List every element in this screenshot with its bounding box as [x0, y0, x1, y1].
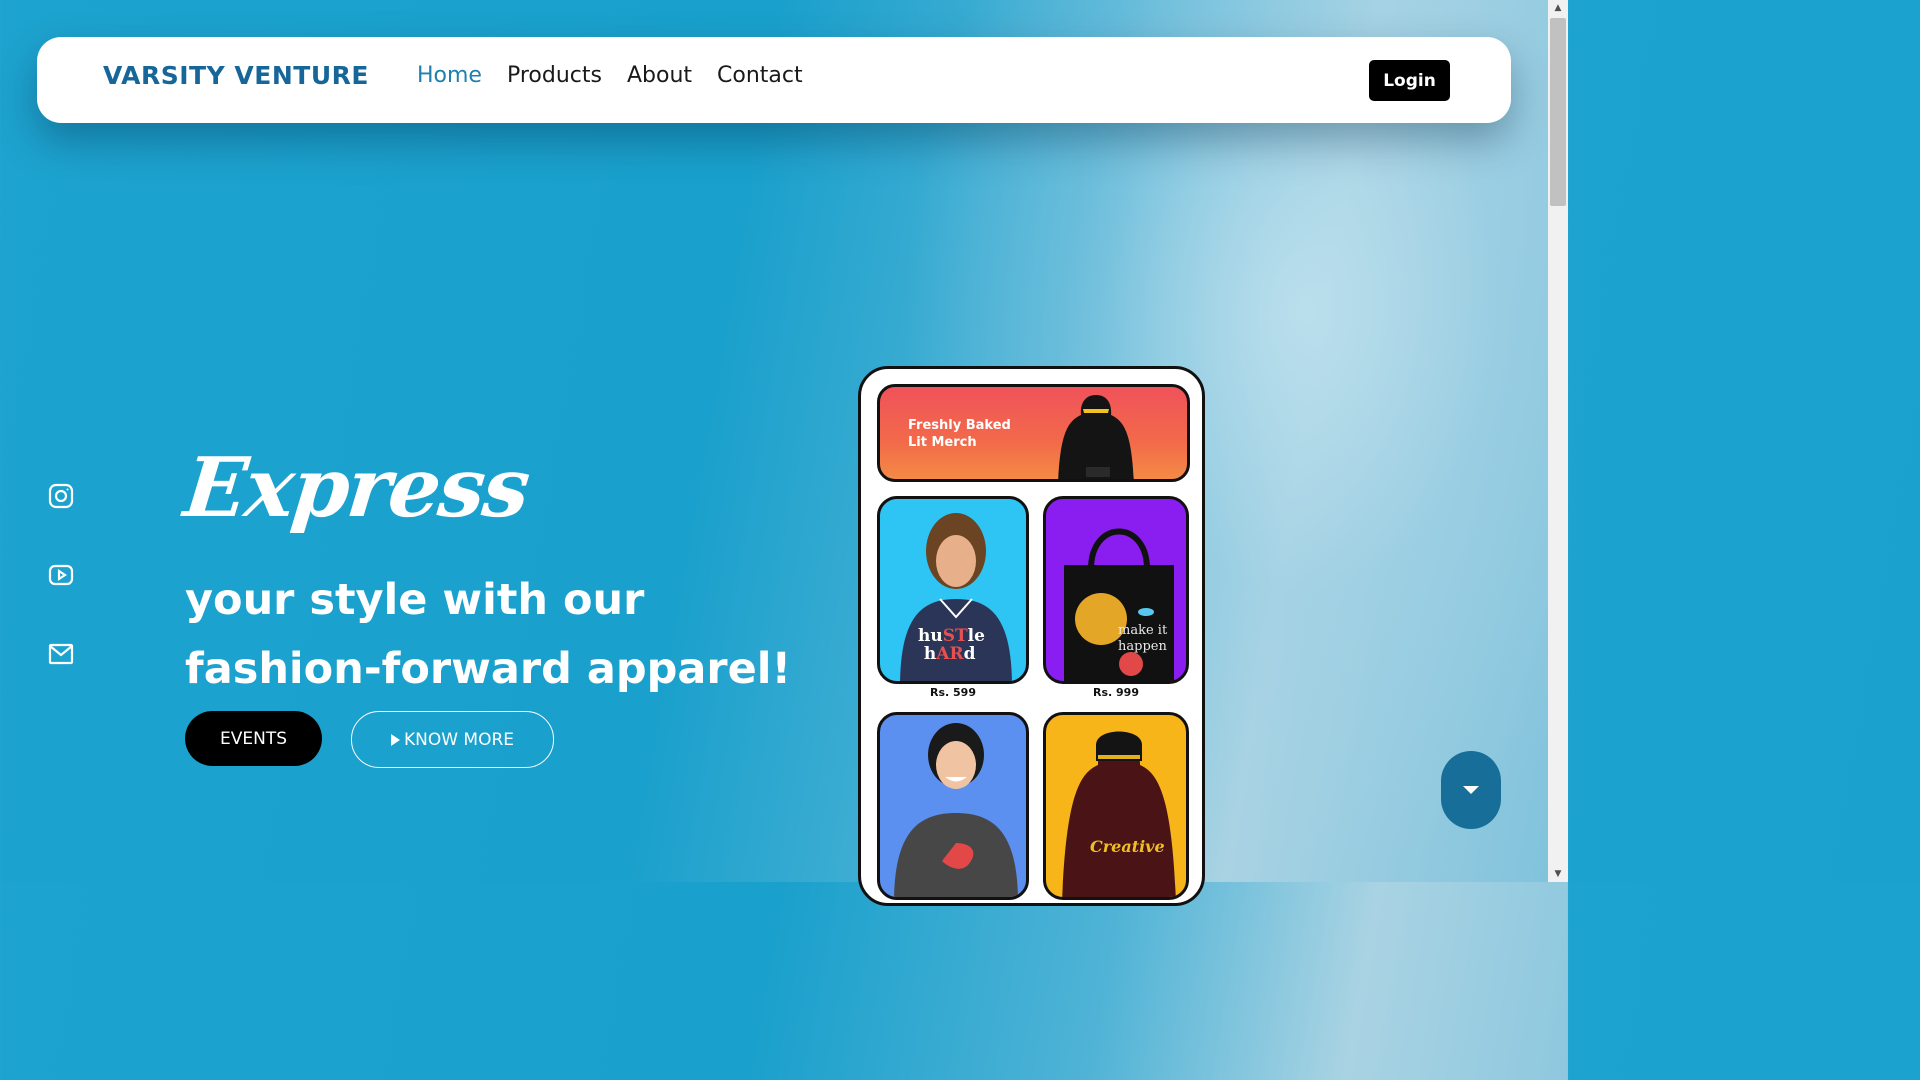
banner-text: Freshly Baked Lit Merch — [908, 417, 1028, 451]
product-card-tshirt[interactable] — [877, 712, 1029, 900]
scrollbar-thumb[interactable] — [1550, 18, 1566, 206]
scroll-down-button[interactable] — [1441, 751, 1501, 829]
events-button[interactable]: EVENTS — [185, 711, 322, 766]
product-card-creative-hoodie[interactable]: Creative — [1043, 712, 1189, 900]
know-more-label: KNOW MORE — [403, 729, 515, 750]
login-button[interactable]: Login — [1369, 60, 1450, 101]
scroll-down-arrow-icon[interactable]: ▼ — [1548, 866, 1568, 882]
know-more-button[interactable]: KNOW MORE — [351, 711, 554, 768]
nav-products-link[interactable]: Products — [507, 63, 602, 88]
main-nav: Home Products About Contact — [417, 63, 803, 88]
brand-logo[interactable]: VARSITY VENTURE — [103, 61, 369, 90]
scrollbar[interactable]: ▲ ▼ — [1548, 0, 1568, 882]
caret-down-icon — [1463, 786, 1479, 794]
promo-banner[interactable]: Freshly Baked Lit Merch — [877, 384, 1190, 482]
tshirt-model-image — [894, 723, 1018, 897]
nav-contact-link[interactable]: Contact — [717, 63, 803, 88]
product-card-tote-bag[interactable]: make it happen — [1043, 496, 1189, 684]
mail-icon[interactable] — [47, 640, 75, 668]
hoodie-back-print-text: Creative — [1090, 837, 1165, 856]
banner-line-1: Freshly Baked — [908, 418, 1011, 433]
hooded-figure-image — [1058, 395, 1134, 479]
scroll-up-arrow-icon[interactable]: ▲ — [1548, 0, 1568, 16]
nav-home-link[interactable]: Home — [417, 63, 482, 88]
youtube-icon[interactable] — [47, 561, 75, 589]
tote-bag-image — [1064, 528, 1174, 681]
hoodie-back-image — [1062, 731, 1176, 897]
navbar: VARSITY VENTURE Home Products About Cont… — [37, 37, 1511, 123]
product-price: Rs. 999 — [1093, 686, 1139, 699]
nav-about-link[interactable]: About — [627, 63, 692, 88]
product-card-hustle-hoodie[interactable]: huSTle hARd — [877, 496, 1029, 684]
phone-mockup: Freshly Baked Lit Merch huSTle hARd Rs. … — [858, 366, 1205, 906]
tagline-line-2: fashion-forward apparel! — [185, 644, 792, 694]
tagline-line-1: your style with our — [185, 575, 645, 625]
play-icon — [390, 733, 400, 746]
tote-print-text: make it happen — [1118, 623, 1168, 654]
hero-headline: Express — [179, 440, 533, 536]
product-price: Rs. 599 — [930, 686, 976, 699]
banner-line-2: Lit Merch — [908, 435, 977, 450]
hoodie-print-text: huSTle hARd — [918, 626, 985, 664]
hero-tagline: your style with our fashion-forward appa… — [185, 566, 825, 704]
instagram-icon[interactable] — [47, 482, 75, 510]
